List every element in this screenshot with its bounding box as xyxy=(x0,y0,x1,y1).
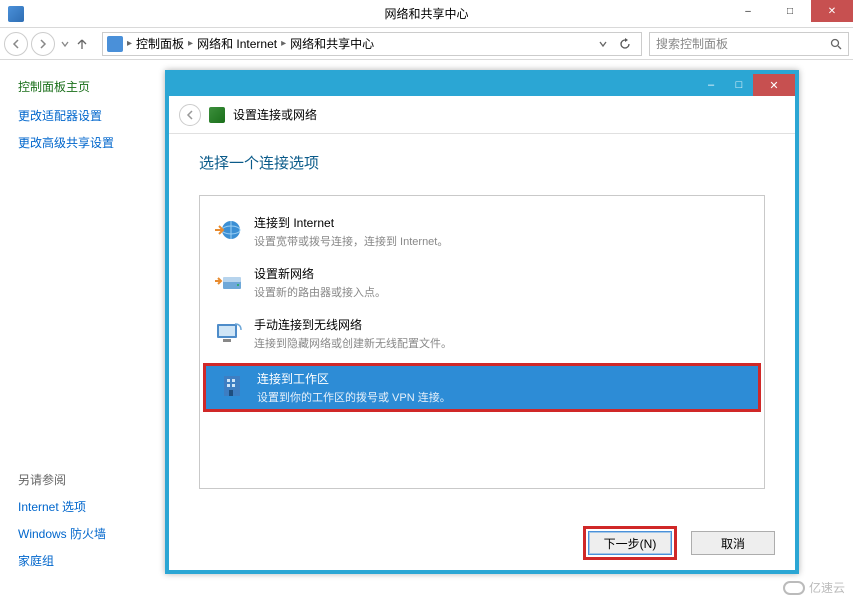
option-desc: 设置新的路由器或接入点。 xyxy=(254,284,386,300)
sidebar-link-homegroup[interactable]: 家庭组 xyxy=(18,552,162,569)
cloud-icon xyxy=(783,581,805,595)
window-title: 网络和共享中心 xyxy=(384,5,468,22)
globe-icon xyxy=(212,214,244,246)
chevron-down-icon xyxy=(61,40,69,48)
dialog-minimize-button[interactable]: – xyxy=(697,74,725,96)
dialog-titlebar: – □ ✕ xyxy=(169,74,795,96)
history-dropdown[interactable] xyxy=(58,40,72,48)
chevron-right-icon: ▸ xyxy=(281,38,286,49)
breadcrumb-item[interactable]: 控制面板 xyxy=(136,35,184,52)
breadcrumb-item[interactable]: 网络和共享中心 xyxy=(290,35,374,52)
minimize-button[interactable]: – xyxy=(727,0,769,22)
router-icon xyxy=(212,265,244,297)
option-setup-network[interactable]: 设置新网络 设置新的路由器或接入点。 xyxy=(200,261,764,312)
option-desc: 连接到隐藏网络或创建新无线配置文件。 xyxy=(254,335,452,351)
dialog-maximize-button[interactable]: □ xyxy=(725,74,753,96)
next-button-callout: 下一步(N) xyxy=(583,526,677,560)
sidebar-heading: 控制面板主页 xyxy=(18,78,162,95)
connection-options-list: 连接到 Internet 设置宽带或拨号连接，连接到 Internet。 设置新… xyxy=(199,195,765,489)
forward-button[interactable] xyxy=(31,32,55,56)
watermark: 亿速云 xyxy=(783,579,845,596)
address-toolbar: ▸ 控制面板 ▸ 网络和 Internet ▸ 网络和共享中心 xyxy=(0,28,853,60)
dialog-body: 选择一个连接选项 连接到 Internet 设置宽带或拨号连接，连接到 Inte… xyxy=(169,134,795,489)
search-icon xyxy=(830,38,842,50)
building-icon xyxy=(215,370,247,402)
sidebar-link-sharing-settings[interactable]: 更改高级共享设置 xyxy=(18,134,162,151)
close-button[interactable]: ✕ xyxy=(811,0,853,22)
option-title: 连接到工作区 xyxy=(257,370,451,387)
next-button[interactable]: 下一步(N) xyxy=(588,531,672,555)
watermark-text: 亿速云 xyxy=(809,579,845,596)
refresh-icon xyxy=(619,38,631,50)
dialog-header: 设置连接或网络 xyxy=(169,96,795,134)
breadcrumb[interactable]: ▸ 控制面板 ▸ 网络和 Internet ▸ 网络和共享中心 xyxy=(102,32,642,56)
option-manual-wireless[interactable]: 手动连接到无线网络 连接到隐藏网络或创建新无线配置文件。 xyxy=(200,312,764,363)
option-title: 连接到 Internet xyxy=(254,214,448,231)
sidebar-link-firewall[interactable]: Windows 防火墙 xyxy=(18,525,162,542)
chevron-right-icon: ▸ xyxy=(188,38,193,49)
cancel-button[interactable]: 取消 xyxy=(691,531,775,555)
search-input[interactable] xyxy=(649,32,849,56)
setup-connection-dialog: – □ ✕ 设置连接或网络 选择一个连接选项 连接到 Internet 设置宽带… xyxy=(165,70,799,574)
option-desc: 设置宽带或拨号连接，连接到 Internet。 xyxy=(254,233,448,249)
window-titlebar: 网络和共享中心 – □ ✕ xyxy=(0,0,853,28)
dialog-back-button[interactable] xyxy=(179,104,201,126)
sidebar-section-label: 另请参阅 xyxy=(18,471,162,488)
chevron-down-icon xyxy=(599,40,607,48)
option-desc: 设置到你的工作区的拨号或 VPN 连接。 xyxy=(257,389,451,405)
network-setup-icon xyxy=(209,107,225,123)
window-controls: – □ ✕ xyxy=(727,0,853,22)
address-dropdown[interactable] xyxy=(599,40,615,48)
dialog-title: 设置连接或网络 xyxy=(233,106,317,123)
monitor-wifi-icon xyxy=(212,316,244,348)
refresh-button[interactable] xyxy=(619,38,637,50)
option-title: 设置新网络 xyxy=(254,265,386,282)
dialog-footer: 下一步(N) 取消 xyxy=(583,526,775,560)
search-field[interactable] xyxy=(656,37,826,51)
sidebar-link-internet-options[interactable]: Internet 选项 xyxy=(18,498,162,515)
app-icon xyxy=(8,6,24,22)
option-connect-workplace[interactable]: 连接到工作区 设置到你的工作区的拨号或 VPN 连接。 xyxy=(206,366,758,409)
back-button[interactable] xyxy=(4,32,28,56)
up-button[interactable] xyxy=(75,37,95,51)
sidebar: 控制面板主页 更改适配器设置 更改高级共享设置 另请参阅 Internet 选项… xyxy=(0,60,162,600)
sidebar-link-adapter-settings[interactable]: 更改适配器设置 xyxy=(18,107,162,124)
arrow-left-icon xyxy=(185,110,195,120)
dialog-heading: 选择一个连接选项 xyxy=(199,152,765,173)
dialog-close-button[interactable]: ✕ xyxy=(753,74,795,96)
maximize-button[interactable]: □ xyxy=(769,0,811,22)
network-icon xyxy=(107,36,123,52)
option-connect-internet[interactable]: 连接到 Internet 设置宽带或拨号连接，连接到 Internet。 xyxy=(200,210,764,261)
option-title: 手动连接到无线网络 xyxy=(254,316,452,333)
arrow-left-icon xyxy=(11,39,21,49)
arrow-up-icon xyxy=(75,37,89,51)
option-highlight-callout: 连接到工作区 设置到你的工作区的拨号或 VPN 连接。 xyxy=(203,363,761,412)
arrow-right-icon xyxy=(38,39,48,49)
breadcrumb-item[interactable]: 网络和 Internet xyxy=(197,35,277,52)
chevron-right-icon: ▸ xyxy=(127,38,132,49)
